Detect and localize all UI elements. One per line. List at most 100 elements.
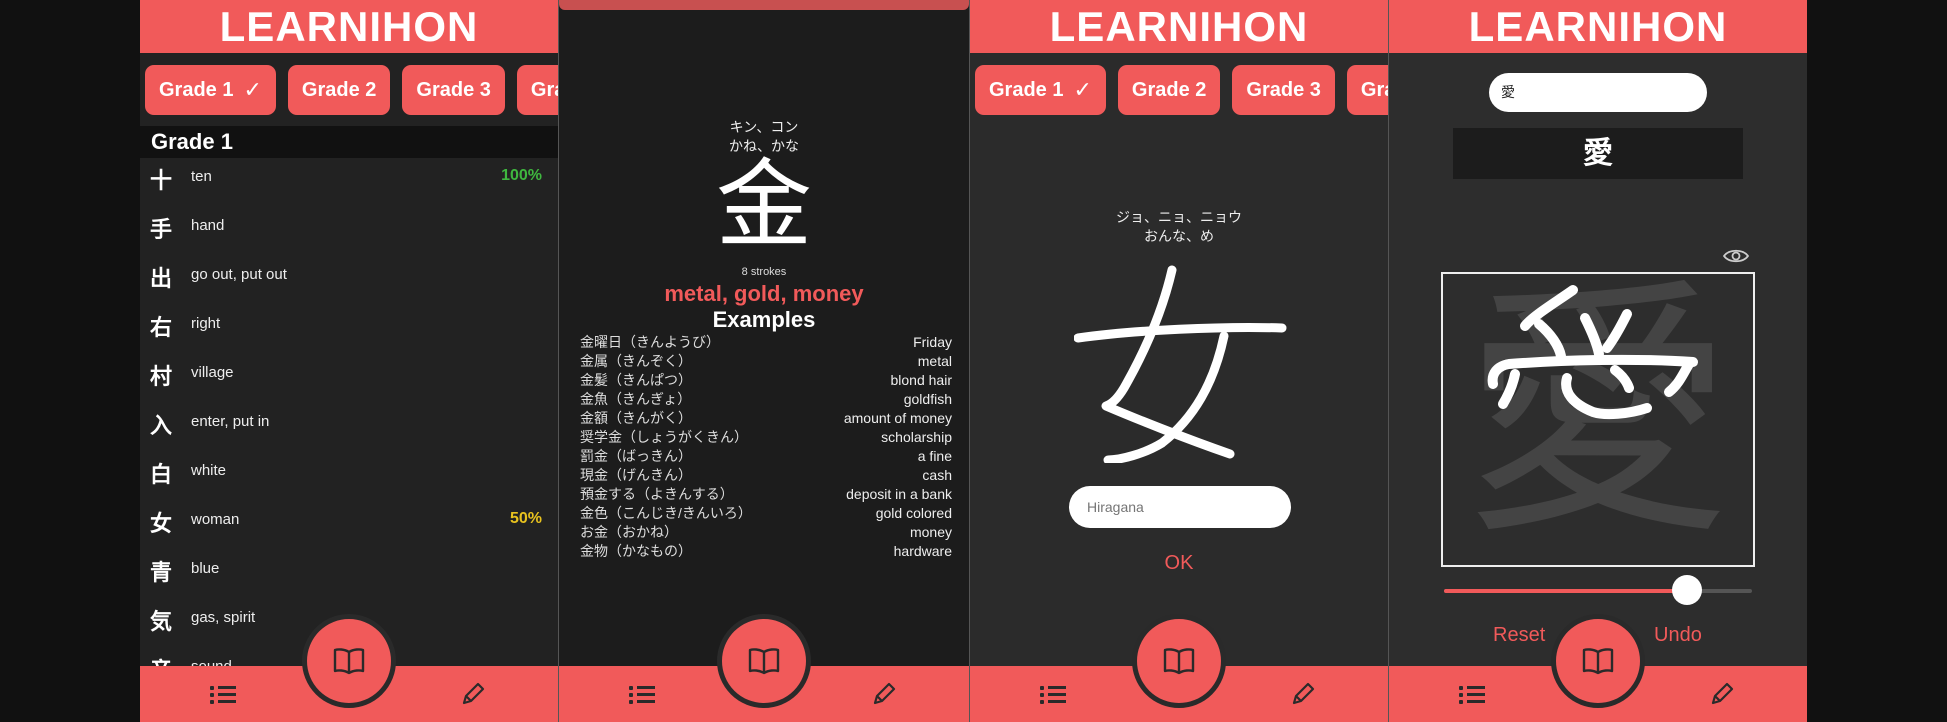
grade-4-button[interactable]: Grade 4 xyxy=(516,65,558,115)
list-item[interactable]: 村 village xyxy=(140,347,558,396)
drawing-canvas[interactable]: 愛 xyxy=(1441,272,1755,567)
kanji-detail-screen: キン、コン かね、かな 金 8 strokes metal, gold, mon… xyxy=(559,0,969,722)
center-tab-button[interactable] xyxy=(1551,614,1645,708)
grade-4-button[interactable]: Grade 4 xyxy=(1346,65,1388,115)
example-japanese: 奨学金（しょうがくきん） xyxy=(580,429,748,445)
example-row: 預金する（よきんする） deposit in a bank xyxy=(580,485,952,504)
reset-button[interactable]: Reset xyxy=(1493,624,1545,647)
grade-3-button[interactable]: Grade 3 xyxy=(402,65,505,115)
center-tab-button[interactable] xyxy=(1132,614,1226,708)
list-item[interactable]: 白 white xyxy=(140,445,558,494)
list-icon[interactable] xyxy=(210,683,236,707)
answer-input[interactable] xyxy=(1069,486,1291,528)
center-tab-button[interactable] xyxy=(717,614,811,708)
list-item[interactable]: 手 hand xyxy=(140,200,558,249)
example-english: gold colored xyxy=(875,505,952,521)
grade-label: Grade 4 xyxy=(530,78,558,101)
example-english: a fine xyxy=(917,448,952,464)
example-japanese: 金物（かなもの） xyxy=(580,543,692,559)
example-row: 奨学金（しょうがくきん） scholarship xyxy=(580,428,952,447)
progress-percent: 50% xyxy=(509,510,542,527)
examples-title: Examples xyxy=(712,307,816,332)
example-english: deposit in a bank xyxy=(846,486,952,502)
list-item[interactable]: 十 ten 100% xyxy=(140,151,558,200)
kanji-meaning: village xyxy=(191,364,234,381)
stroke-width-slider[interactable] xyxy=(1444,575,1752,605)
kunyomi-reading: おんな、め xyxy=(1144,228,1214,244)
app-title: LEARNIHON xyxy=(1389,0,1807,53)
grade-label: Grade 1 xyxy=(989,78,1064,101)
example-row: 罰金（ばっきん） a fine xyxy=(580,447,952,466)
example-row: 金物（かなもの） hardware xyxy=(580,542,952,561)
grade-3-button[interactable]: Grade 3 xyxy=(1232,65,1335,115)
list-icon[interactable] xyxy=(629,683,655,707)
example-english: amount of money xyxy=(843,410,952,426)
readings: ジョ、ニョ、ニョウ おんな、め xyxy=(970,208,1388,246)
example-english: scholarship xyxy=(881,429,952,445)
grade-label: Grade 1 xyxy=(159,78,234,101)
grade-selector: Grade 1 ✓ Grade 2 Grade 3 Grade 4 xyxy=(975,65,1388,117)
example-english: blond hair xyxy=(890,372,953,388)
kanji-meaning: right xyxy=(191,315,221,332)
grade-2-button[interactable]: Grade 2 xyxy=(1117,65,1221,115)
example-row: 現金（げんきん） cash xyxy=(580,466,952,485)
list-icon[interactable] xyxy=(1459,683,1485,707)
book-icon xyxy=(1582,648,1614,675)
outer-background-left xyxy=(0,0,140,722)
undo-button[interactable]: Undo xyxy=(1654,624,1702,647)
example-japanese: 罰金（ばっきん） xyxy=(580,448,692,464)
grade-label: Grade 3 xyxy=(1246,78,1321,101)
example-japanese: 金額（きんがく） xyxy=(580,410,692,426)
kanji-meaning: gas, spirit xyxy=(191,609,256,626)
kanji-search-input[interactable]: 愛 xyxy=(1489,73,1707,112)
pencil-icon[interactable] xyxy=(1288,679,1318,709)
onyomi-reading: ジョ、ニョ、ニョウ xyxy=(1116,209,1242,225)
kanji-meaning: go out, put out xyxy=(191,266,287,283)
top-bar xyxy=(559,0,969,10)
kanji-meaning: enter, put in xyxy=(191,413,270,430)
ok-button[interactable]: OK xyxy=(970,552,1388,575)
kanji-meaning: woman xyxy=(191,511,240,528)
list-item[interactable]: 女 woman 50% xyxy=(140,494,558,543)
grade-2-button[interactable]: Grade 2 xyxy=(287,65,391,115)
example-row: 金色（こんじき/きんいろ） gold colored xyxy=(580,504,952,523)
list-item[interactable]: 出 go out, put out xyxy=(140,249,558,298)
checkmark-icon: ✓ xyxy=(243,77,262,102)
example-japanese: お金（おかね） xyxy=(580,524,678,540)
kanji-char: 手 xyxy=(150,217,173,242)
slider-thumb[interactable] xyxy=(1672,575,1703,605)
list-item[interactable]: 入 enter, put in xyxy=(140,396,558,445)
kanji-char: 出 xyxy=(150,266,173,291)
example-japanese: 金属（きんぞく） xyxy=(580,353,692,369)
list-item[interactable]: 青 blue xyxy=(140,543,558,592)
example-english: hardware xyxy=(893,543,952,559)
pencil-icon[interactable] xyxy=(458,679,488,709)
pencil-icon[interactable] xyxy=(1707,679,1737,709)
pencil-icon[interactable] xyxy=(869,679,899,709)
kanji-list-screen: LEARNIHON Grade 1✓Grade 2Grade 3Grade 4 … xyxy=(140,0,558,722)
example-japanese: 預金する（よきんする） xyxy=(580,486,734,502)
selected-kanji: 愛 xyxy=(1453,128,1743,179)
example-english: goldfish xyxy=(903,391,952,407)
example-english: money xyxy=(909,524,952,540)
kanji-list: 十 ten 100% 手 hand 出 go out, put out 右 right 村… xyxy=(140,151,558,690)
eye-icon[interactable] xyxy=(1722,246,1750,266)
example-japanese: 金曜日（きんようび） xyxy=(580,334,720,350)
example-english: cash xyxy=(922,467,952,483)
list-item[interactable]: 右 right xyxy=(140,298,558,347)
grade-1-button[interactable]: Grade 1 ✓ xyxy=(145,65,276,115)
example-japanese: 金魚（きんぎょ） xyxy=(580,391,692,407)
kanji-meaning: white xyxy=(191,462,227,479)
list-icon[interactable] xyxy=(1040,683,1066,707)
grade-1-button[interactable]: Grade 1 ✓ xyxy=(975,65,1106,115)
grade-label: Grade 2 xyxy=(301,78,377,101)
example-english: Friday xyxy=(913,334,952,350)
kanji-char: 気 xyxy=(150,609,173,634)
kanji-meaning: blue xyxy=(191,560,220,577)
example-row: 金曜日（きんようび） Friday xyxy=(580,333,952,352)
kanji-meaning: metal, gold, money xyxy=(664,281,864,306)
center-tab-button[interactable] xyxy=(302,614,396,708)
example-english: metal xyxy=(917,353,952,369)
progress-percent: 100% xyxy=(501,167,542,184)
kanji-meaning: hand xyxy=(191,217,225,234)
